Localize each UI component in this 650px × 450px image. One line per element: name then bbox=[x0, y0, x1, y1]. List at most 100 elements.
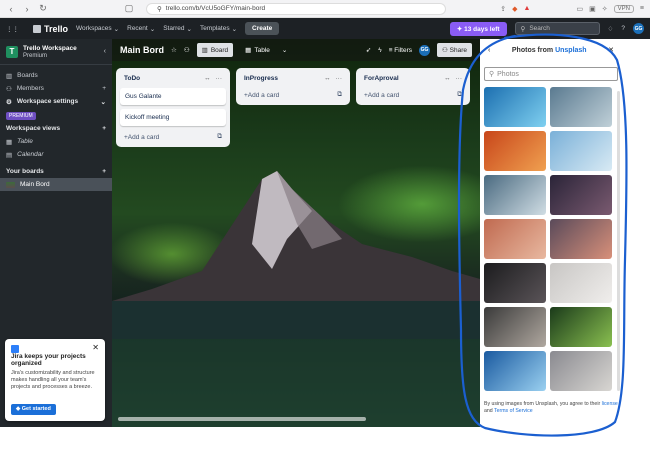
sidebar-item-main-bord[interactable]: Main Bord bbox=[0, 178, 112, 191]
visibility-icon[interactable]: ⚇ bbox=[184, 46, 190, 54]
board-thumbnail bbox=[6, 181, 15, 188]
extensions-icon[interactable]: ✧ bbox=[602, 5, 608, 13]
menu-templates[interactable]: Templates ⌄ bbox=[200, 25, 237, 33]
sidebar-item-members[interactable]: ⚇ Members + bbox=[0, 82, 112, 95]
collapse-list-icon[interactable]: ↔ bbox=[444, 75, 451, 82]
site-info-icon[interactable]: ⚲ bbox=[157, 5, 162, 13]
workspace-name: Trello Workspace bbox=[23, 44, 77, 52]
more-icon[interactable]: ··· bbox=[456, 75, 463, 82]
photo-thumbnail-blue-splash[interactable] bbox=[484, 351, 546, 391]
photo-thumbnail-sunset-lake[interactable] bbox=[484, 219, 546, 259]
help-icon[interactable]: ? bbox=[621, 25, 625, 32]
menu-icon[interactable]: ≡ bbox=[640, 5, 644, 12]
notifications-icon[interactable]: ♢ bbox=[608, 25, 614, 33]
workspace-plan: Premium bbox=[23, 52, 48, 59]
menu-starred[interactable]: Starred ⌄ bbox=[163, 25, 192, 33]
view-table-button[interactable]: ▦ Table bbox=[240, 43, 275, 57]
rewards-icon[interactable]: ▲ bbox=[524, 5, 531, 12]
sidebar-item-table[interactable]: ▦ Table bbox=[0, 135, 112, 148]
rocket-icon[interactable]: ➶ bbox=[366, 46, 371, 54]
chevron-down-icon: ⌄ bbox=[186, 25, 192, 33]
card-template-icon[interactable]: ⧉ bbox=[457, 91, 462, 99]
photo-thumbnail-misty-mountain[interactable] bbox=[550, 87, 612, 127]
create-button[interactable]: Create bbox=[245, 22, 280, 35]
card-gus-galante[interactable]: Gus Galante bbox=[120, 88, 226, 105]
add-view-icon[interactable]: + bbox=[102, 125, 106, 132]
share-page-icon[interactable]: ⇪ bbox=[500, 5, 506, 13]
photos-scrollbar[interactable] bbox=[617, 91, 620, 391]
menu-workspaces[interactable]: Workspaces ⌄ bbox=[76, 25, 119, 33]
add-card-button[interactable]: + Add a card ⧉ bbox=[240, 87, 346, 101]
photo-thumbnail-aurora-hill[interactable] bbox=[550, 307, 612, 347]
photos-search-input[interactable]: ⚲ Photos bbox=[484, 67, 618, 81]
star-icon[interactable]: ☆ bbox=[171, 46, 177, 54]
photo-thumbnail-blue-waves[interactable] bbox=[550, 131, 612, 171]
photo-thumbnail-dusk-mountains[interactable] bbox=[550, 219, 612, 259]
photo-thumbnail-snowy-forest[interactable] bbox=[484, 175, 546, 215]
view-board-button[interactable]: ▥ Board bbox=[196, 43, 234, 57]
address-bar[interactable]: ⚲ trello.com/b/VcU5oGFY/main-bord bbox=[146, 2, 446, 15]
photo-thumbnail-blue-pool[interactable] bbox=[484, 87, 546, 127]
collapse-list-icon[interactable]: ↔ bbox=[204, 75, 211, 82]
back-icon[interactable]: ‹ bbox=[6, 4, 16, 14]
photo-grid bbox=[480, 87, 622, 391]
forward-icon[interactable]: › bbox=[22, 4, 32, 14]
photos-panel-header: ‹ Photos from Unsplash ✕ bbox=[480, 39, 622, 61]
list-inprogress: InProgress ↔ ··· + Add a card ⧉ bbox=[236, 68, 350, 105]
trial-badge[interactable]: ✦ 13 days left bbox=[449, 21, 507, 36]
bolt-icon[interactable]: ϟ bbox=[378, 47, 381, 54]
photo-thumbnail-dark-landscape[interactable] bbox=[484, 263, 546, 303]
add-card-button[interactable]: + Add a card ⧉ bbox=[120, 129, 226, 143]
sidebar-item-boards[interactable]: ▥ Boards bbox=[0, 69, 112, 82]
search-input[interactable]: ⚲ Search bbox=[514, 22, 600, 35]
collapse-list-icon[interactable]: ↔ bbox=[324, 75, 331, 82]
photo-thumbnail-starry-tree[interactable] bbox=[550, 175, 612, 215]
add-member-icon[interactable]: + bbox=[102, 85, 106, 92]
card-template-icon[interactable]: ⧉ bbox=[337, 91, 342, 99]
brave-shield-icon[interactable]: ◆ bbox=[512, 5, 517, 13]
sidebar-toggle-icon[interactable]: ▭ bbox=[576, 5, 583, 13]
avatar[interactable]: GG bbox=[633, 23, 644, 34]
workspace-views-heading: Workspace views + bbox=[6, 125, 106, 132]
sidebar-item-workspace-settings[interactable]: ⚙ Workspace settings ⌄ bbox=[0, 95, 112, 108]
chevron-down-icon: ⌄ bbox=[149, 25, 156, 33]
unsplash-link[interactable]: Unsplash bbox=[555, 47, 587, 54]
terms-link[interactable]: Terms of Service bbox=[494, 408, 533, 414]
member-avatar[interactable]: GG bbox=[419, 44, 430, 56]
chevron-down-icon[interactable]: ⌄ bbox=[282, 46, 287, 54]
vpn-button[interactable]: VPN bbox=[613, 4, 634, 13]
premium-badge: PREMIUM bbox=[6, 112, 36, 120]
photo-thumbnail-white-ribbon[interactable] bbox=[550, 263, 612, 303]
card-kickoff-meeting[interactable]: Kickoff meeting bbox=[120, 109, 226, 126]
your-boards-heading: Your boards + bbox=[6, 168, 106, 175]
reload-icon[interactable]: ↻ bbox=[38, 3, 48, 14]
menu-recent[interactable]: Recent ⌄ bbox=[127, 25, 155, 33]
get-started-button[interactable]: ◆ Get started bbox=[11, 404, 56, 415]
more-icon[interactable]: ··· bbox=[336, 75, 343, 82]
search-icon: ⚲ bbox=[489, 71, 495, 78]
card-template-icon[interactable]: ⧉ bbox=[217, 133, 222, 141]
photo-thumbnail-bird-feathers[interactable] bbox=[484, 307, 546, 347]
photo-thumbnail-orange-abstract[interactable] bbox=[484, 131, 546, 171]
license-link[interactable]: license bbox=[602, 401, 618, 407]
wallet-icon[interactable]: ▣ bbox=[589, 5, 596, 13]
close-icon[interactable]: ✕ bbox=[92, 344, 99, 352]
close-icon[interactable]: ✕ bbox=[608, 46, 614, 54]
add-card-button[interactable]: + Add a card ⧉ bbox=[360, 87, 466, 101]
more-icon[interactable]: ··· bbox=[216, 75, 223, 82]
trello-logo[interactable]: Trello bbox=[33, 24, 68, 34]
bookmark-icon[interactable]: ▢ bbox=[124, 3, 134, 14]
board-title[interactable]: Main Bord bbox=[120, 45, 164, 55]
collapse-sidebar-icon[interactable]: ‹ bbox=[104, 48, 106, 55]
jira-icon bbox=[11, 345, 19, 353]
list-header[interactable]: ToDo ↔ ··· bbox=[120, 72, 226, 84]
filters-button[interactable]: ≡ Filters bbox=[389, 47, 412, 54]
list-header[interactable]: ForAproval ↔ ··· bbox=[360, 72, 466, 84]
board-horizontal-scrollbar[interactable] bbox=[118, 417, 366, 421]
list-header[interactable]: InProgress ↔ ··· bbox=[240, 72, 346, 84]
app-switcher-icon[interactable]: ⋮⋮ bbox=[6, 25, 19, 33]
photo-thumbnail-motion-blur[interactable] bbox=[550, 351, 612, 391]
add-board-icon[interactable]: + bbox=[102, 168, 106, 175]
share-button[interactable]: ⚇ Share bbox=[437, 43, 472, 57]
sidebar-item-calendar[interactable]: ▤ Calendar bbox=[0, 148, 112, 161]
